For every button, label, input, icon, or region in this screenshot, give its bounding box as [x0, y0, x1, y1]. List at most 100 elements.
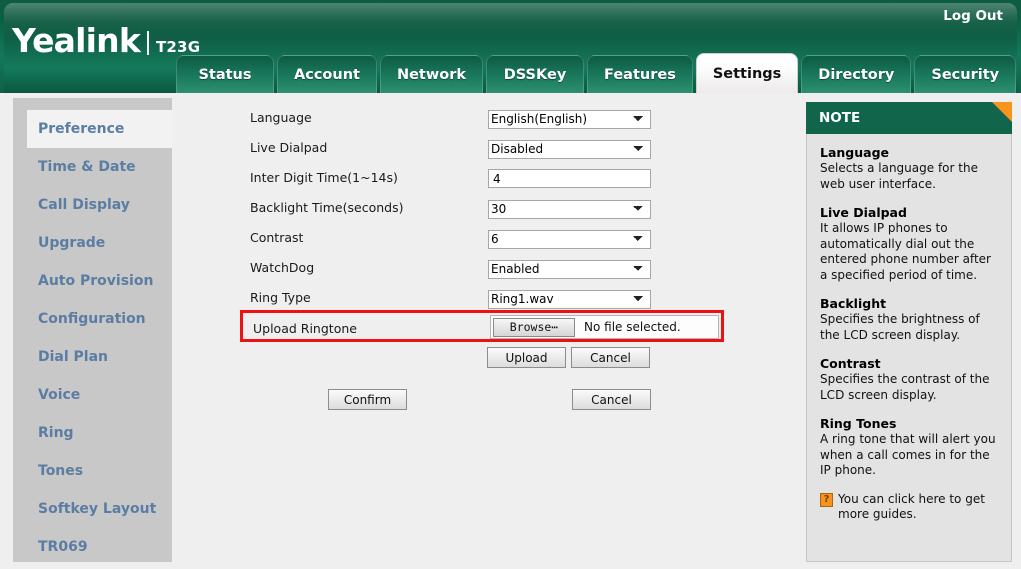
note-help-text[interactable]: You can click here to get more guides. [838, 492, 999, 523]
tab-settings[interactable]: Settings [695, 53, 799, 93]
tab-directory[interactable]: Directory [801, 55, 912, 93]
sidebar-item-label: Configuration [38, 311, 146, 327]
tab-dsskey[interactable]: DSSKey [486, 55, 585, 93]
select-language[interactable]: English(English) [488, 109, 651, 129]
note-block-contrast: Contrast Specifies the contrast of the LC… [820, 356, 999, 403]
note-block-text: It allows IP phones to automatically dia… [820, 221, 991, 282]
note-panel-title: NOTE [819, 110, 861, 126]
note-block-ring-tones: Ring Tones A ring tone that will alert yo… [820, 416, 999, 479]
sidebar-menu: Preference Time & Date Call Display Upgrade… [13, 110, 172, 566]
select-watchdog[interactable]: Enabled [488, 259, 651, 279]
sidebar-item-tr069[interactable]: TR069 [13, 528, 172, 566]
confirm-button[interactable]: Confirm [328, 389, 407, 410]
note-panel-body: Language Selects a language for the web u… [806, 134, 1012, 562]
note-block-title: Ring Tones [820, 416, 897, 431]
tab-status[interactable]: Status [176, 55, 274, 93]
sidebar: Preference Time & Date Call Display Upgrade… [13, 98, 172, 562]
sidebar-item-label: Softkey Layout [38, 501, 157, 517]
form-row-ring-type: Ring Type Ring1.wav [180, 282, 800, 312]
label-watchdog: WatchDog [250, 259, 315, 275]
cancel-button[interactable]: Cancel [572, 389, 651, 410]
note-block-backlight: Backlight Specifies the brightness of the… [820, 296, 999, 343]
sidebar-item-time-date[interactable]: Time & Date [13, 148, 172, 186]
note-block-text: Specifies the brightness of the LCD scre… [820, 312, 980, 342]
sidebar-item-label: Time & Date [38, 159, 136, 175]
sidebar-item-tones[interactable]: Tones [13, 452, 172, 490]
logout-link[interactable]: Log Out [943, 8, 1003, 24]
control-wrap-backlight-time-seconds: 30 [488, 198, 651, 219]
corner-fold-icon [992, 102, 1012, 122]
main-content: Language English(English) Live Dialpad Disa… [180, 93, 800, 569]
upload-action-buttons: Upload Cancel [487, 347, 650, 368]
sidebar-item-voice[interactable]: Voice [13, 376, 172, 414]
sidebar-item-label: Dial Plan [38, 349, 109, 365]
sidebar-item-label: Tones [38, 463, 84, 479]
sidebar-item-dial-plan[interactable]: Dial Plan [13, 338, 172, 376]
form-row-language: Language English(English) [180, 102, 800, 132]
sidebar-item-auto-provision[interactable]: Auto Provision [13, 262, 172, 300]
phone-model-label: T23G [155, 38, 201, 56]
form-row-contrast: Contrast 6 [180, 222, 800, 252]
control-wrap-live-dialpad: Disabled [488, 138, 651, 159]
upload-button[interactable]: Upload [487, 347, 566, 368]
file-input-group[interactable]: Browse⋯ No file selected. [490, 315, 719, 339]
upload-cancel-button[interactable]: Cancel [571, 347, 650, 368]
note-block-title: Live Dialpad [820, 205, 907, 220]
tab-label: DSSKey [503, 66, 567, 83]
tab-features[interactable]: Features [587, 55, 693, 93]
note-block-live-dialpad: Live Dialpad It allows IP phones to autom… [820, 205, 999, 283]
upload-ringtone-label: Upload Ringtone [253, 321, 357, 336]
tab-label: Directory [818, 66, 895, 83]
input-inter-digit-time-1-14s[interactable] [488, 169, 651, 188]
label-live-dialpad: Live Dialpad [250, 139, 328, 155]
label-ring-type: Ring Type [250, 289, 311, 305]
tab-account[interactable]: Account [277, 55, 377, 93]
label-backlight-time-seconds: Backlight Time(seconds) [250, 199, 404, 215]
question-mark-icon[interactable]: ? [820, 492, 833, 507]
sidebar-item-configuration[interactable]: Configuration [13, 300, 172, 338]
file-status-text: No file selected. [584, 320, 681, 334]
form-row-inter-digit-time-1-14s: Inter Digit Time(1~14s) [180, 162, 800, 192]
note-panel: NOTE Language Selects a language for the … [806, 102, 1012, 562]
sidebar-item-softkey-layout[interactable]: Softkey Layout [13, 490, 172, 528]
logo-divider [146, 31, 149, 55]
note-block-title: Contrast [820, 356, 881, 371]
note-block-text: Selects a language for the web user inte… [820, 161, 978, 191]
select-live-dialpad[interactable]: Disabled [488, 139, 651, 159]
label-inter-digit-time-1-14s: Inter Digit Time(1~14s) [250, 169, 398, 185]
sidebar-item-label: TR069 [38, 539, 88, 555]
browse-button[interactable]: Browse⋯ [493, 317, 575, 337]
brand-name: Yealink [12, 21, 141, 60]
sidebar-item-label: Preference [38, 121, 125, 137]
note-block-title: Language [820, 145, 890, 160]
sidebar-item-preference[interactable]: Preference [27, 110, 172, 148]
control-wrap-watchdog: Enabled [488, 258, 651, 279]
note-block-language: Language Selects a language for the web u… [820, 145, 999, 192]
select-contrast[interactable]: 6 [488, 229, 651, 249]
sidebar-item-upgrade[interactable]: Upgrade [13, 224, 172, 262]
form-row-watchdog: WatchDog Enabled [180, 252, 800, 282]
sidebar-item-ring[interactable]: Ring [13, 414, 172, 452]
yealink-web-ui: Yealink T23G Log Out Status Account Networ… [0, 0, 1021, 569]
control-wrap-ring-type: Ring1.wav [488, 288, 651, 309]
tab-network[interactable]: Network [379, 55, 484, 93]
tab-label: Features [604, 66, 676, 83]
sidebar-item-label: Voice [38, 387, 81, 403]
sidebar-item-label: Upgrade [38, 235, 106, 251]
select-ring-type[interactable]: Ring1.wav [488, 289, 651, 309]
note-block-text: Specifies the contrast of the LCD screen… [820, 372, 990, 402]
preference-form: Language English(English) Live Dialpad Disa… [180, 102, 800, 312]
form-row-live-dialpad: Live Dialpad Disabled [180, 132, 800, 162]
main-tab-bar: Status Account Network DSSKey Features Settin… [176, 53, 1017, 93]
header-sheen [4, 3, 1017, 23]
note-help-link[interactable]: ? You can click here to get more guides. [820, 492, 999, 523]
yealink-logo: Yealink T23G [12, 24, 200, 58]
form-row-backlight-time-seconds: Backlight Time(seconds) 30 [180, 192, 800, 222]
sidebar-item-call-display[interactable]: Call Display [13, 186, 172, 224]
select-backlight-time-seconds[interactable]: 30 [488, 199, 651, 219]
sidebar-item-label: Call Display [38, 197, 130, 213]
tab-security[interactable]: Security [914, 55, 1017, 93]
note-block-text: A ring tone that will alert you when a c… [820, 432, 996, 477]
page-header: Yealink T23G Log Out Status Account Networ… [0, 0, 1021, 93]
page-body: Preference Time & Date Call Display Upgrade… [0, 93, 1021, 569]
